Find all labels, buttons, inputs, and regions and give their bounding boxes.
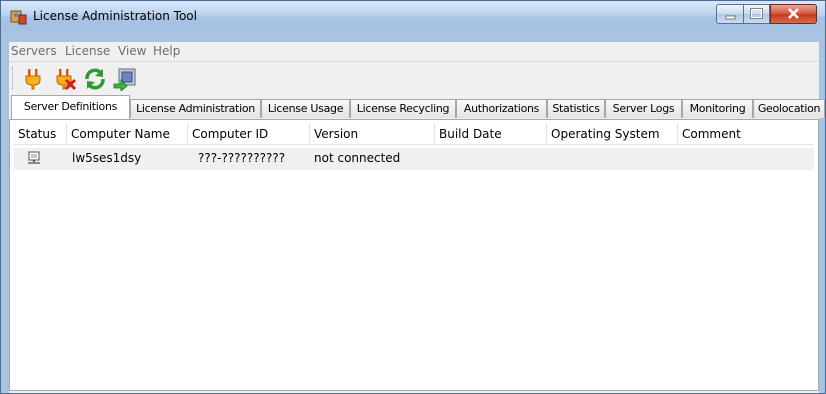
menu-license[interactable]: License [65,44,110,58]
maximize-button[interactable] [743,4,770,24]
tab-geolocation[interactable]: Geolocation [753,99,825,118]
table-row[interactable]: lw5ses1dsy ???-?????????? not connected [14,148,814,170]
window-title: License Administration Tool [33,9,197,23]
column-header-comment[interactable]: Comment [678,124,814,144]
menu-view[interactable]: View [118,44,146,58]
tab-license-administration[interactable]: License Administration [130,99,261,118]
cell-computer-name: lw5ses1dsy [72,151,142,165]
tab-authorizations[interactable]: Authorizations [456,99,547,118]
cell-computer-id: ???-?????????? [198,151,286,165]
disconnect-button[interactable] [53,67,77,91]
column-header-computer-id[interactable]: Computer ID [188,124,310,144]
server-definitions-panel: Status Computer Name Computer ID Version… [9,119,819,391]
plug-connect-icon [25,69,41,90]
toolbar [9,61,819,95]
export-button[interactable] [113,67,137,92]
refresh-button[interactable] [83,67,107,91]
tab-server-definitions[interactable]: Server Definitions [11,95,130,119]
plug-disconnect-icon [56,69,77,91]
tab-statistics[interactable]: Statistics [547,99,605,118]
close-button[interactable] [770,4,817,24]
connect-button[interactable] [21,67,45,91]
minimize-button[interactable] [716,4,744,24]
column-header-version[interactable]: Version [310,124,435,144]
export-icon [113,68,136,92]
column-header-operating-system[interactable]: Operating System [547,124,678,144]
close-icon [788,8,799,19]
menu-help[interactable]: Help [153,44,180,58]
tab-license-usage[interactable]: License Usage [261,99,350,118]
client-area: Servers License View Help Server Definit… [9,42,825,393]
license-tool-icon [10,10,27,25]
column-header-computer-name[interactable]: Computer Name [67,124,188,144]
cell-version: not connected [314,151,401,165]
minimize-icon [725,15,736,20]
refresh-icon [85,68,105,90]
app-window: License Administration Tool Servers Lice… [0,0,826,394]
menu-bar: Servers License View Help [9,42,819,60]
column-header-build-date[interactable]: Build Date [435,124,547,144]
tab-strip: Server Definitions License Administratio… [9,94,825,120]
maximize-icon [750,8,763,19]
computer-icon [28,151,40,164]
table-header: Status Computer Name Computer ID Version… [14,124,814,145]
title-bar[interactable]: License Administration Tool [1,1,825,31]
tab-license-recycling[interactable]: License Recycling [350,99,456,118]
toolbar-grip[interactable] [12,67,16,89]
column-header-status[interactable]: Status [14,124,67,144]
tab-server-logs[interactable]: Server Logs [605,99,682,118]
tab-monitoring[interactable]: Monitoring [682,99,753,118]
menu-servers[interactable]: Servers [11,44,57,58]
